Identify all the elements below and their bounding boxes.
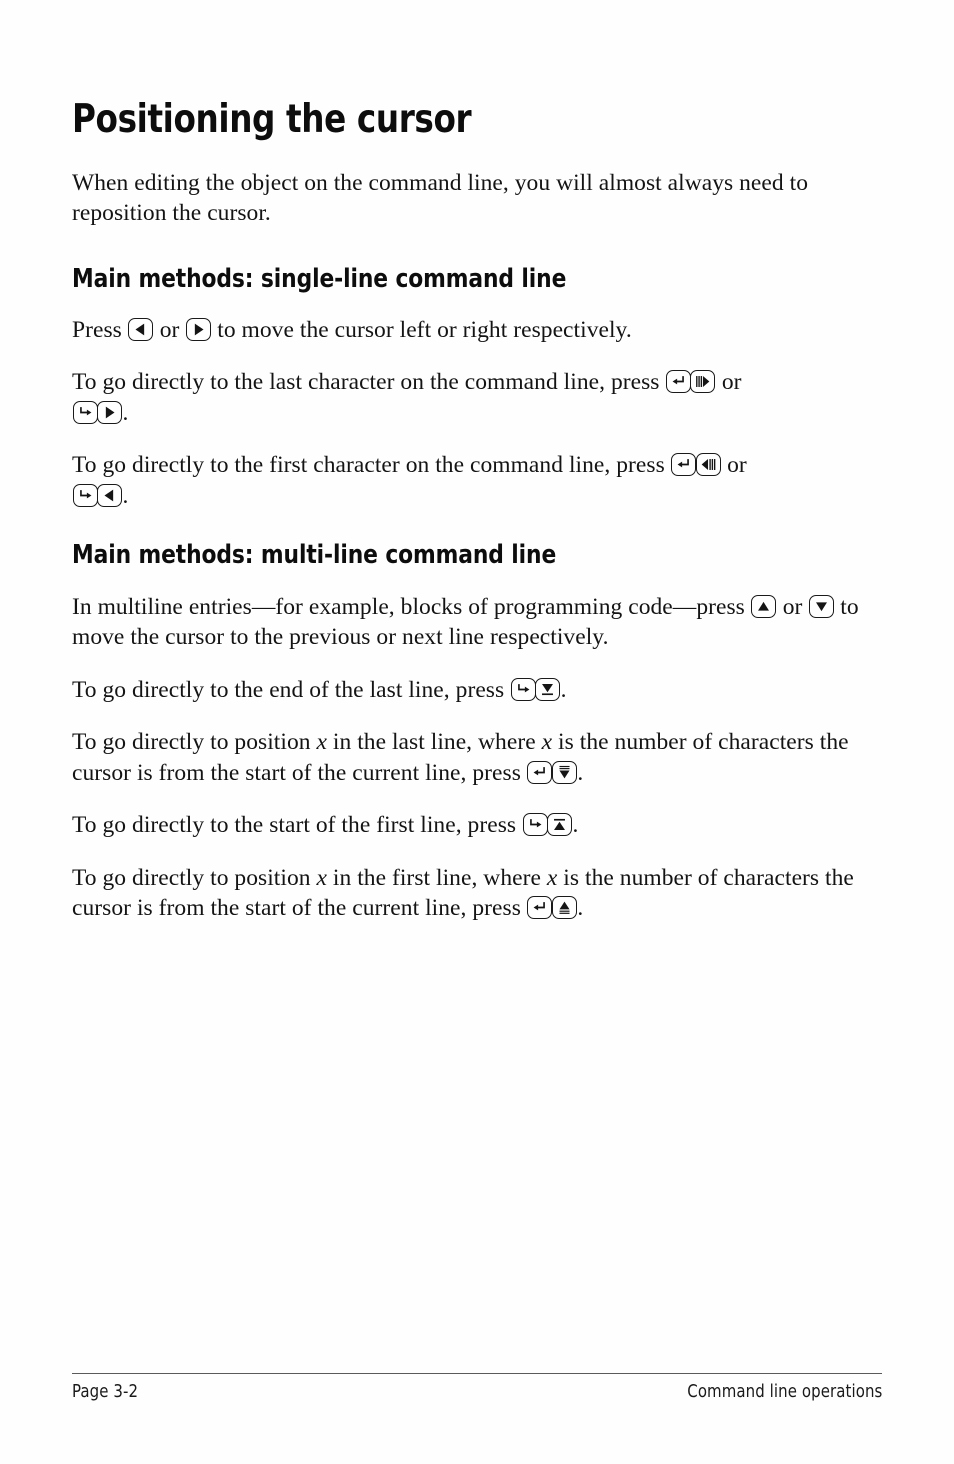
paragraph-start-first-line: To go directly to the start of the first… xyxy=(72,788,862,841)
text-fragment: or xyxy=(715,369,742,396)
footer-divider xyxy=(72,1373,882,1374)
text-fragment: To go directly to the first character on… xyxy=(72,452,671,479)
left-shift-key xyxy=(671,453,697,477)
text-fragment: to move the cursor left or right respect… xyxy=(211,316,632,343)
text-fragment: in the last line, where xyxy=(326,729,542,756)
text-fragment: or xyxy=(721,452,747,479)
paragraph-last-character: To go directly to the last character on … xyxy=(72,345,862,428)
left-shift-key xyxy=(665,370,691,394)
text-fragment: In multiline entries—for example, blocks… xyxy=(72,593,751,620)
text-fragment: Press xyxy=(72,316,128,343)
skip-to-end-right-key xyxy=(690,370,716,394)
paragraph-press-arrows: Press or to move the cursor left or righ… xyxy=(72,293,862,346)
right-shift-key xyxy=(72,483,98,507)
left-arrow-key xyxy=(128,317,154,341)
footer-page-number: Page 3-2 xyxy=(72,1382,139,1402)
paragraph-first-character: To go directly to the first character on… xyxy=(72,428,862,511)
text-fragment: To go directly to position xyxy=(72,864,317,891)
right-shift-key xyxy=(72,400,98,424)
text-fragment: To go directly to position xyxy=(72,729,317,756)
variable-x: x xyxy=(316,729,327,756)
text-fragment: . xyxy=(577,759,584,786)
intro-paragraph: When editing the object on the command l… xyxy=(72,169,808,227)
text-fragment: or xyxy=(776,593,809,620)
right-shift-key xyxy=(510,677,536,701)
text-fragment: in the first line, where xyxy=(326,864,547,891)
text-fragment: . xyxy=(577,895,584,922)
down-to-position-key xyxy=(551,760,577,784)
text-fragment: . xyxy=(572,812,579,839)
text-fragment: To go directly to the end of the last li… xyxy=(72,676,511,703)
paragraph-position-x-last-line: To go directly to position x in the last… xyxy=(72,705,862,788)
up-to-position-key xyxy=(551,896,577,920)
up-arrow-key xyxy=(751,594,777,618)
paragraph-end-last-line: To go directly to the end of the last li… xyxy=(72,653,862,706)
right-arrow-key xyxy=(185,317,211,341)
page-content: Positioning the cursor When editing the … xyxy=(72,0,862,924)
paragraph-multiline-entries: In multiline entries—for example, blocks… xyxy=(72,570,862,653)
document-page: Positioning the cursor When editing the … xyxy=(0,0,954,1464)
footer-row: Page 3-2 Command line operations xyxy=(72,1382,882,1402)
right-shift-key xyxy=(522,813,548,837)
section-heading-multi-line: Main methods: multi-line command line xyxy=(72,540,557,571)
text-fragment: or xyxy=(153,316,186,343)
footer-chapter-title: Command line operations xyxy=(686,1382,882,1402)
page-title: Positioning the cursor xyxy=(72,97,472,142)
down-to-end-key xyxy=(535,677,561,701)
variable-x: x xyxy=(546,864,558,891)
text-fragment: . xyxy=(560,676,567,703)
left-arrow-key xyxy=(97,483,122,507)
text-fragment: To go directly to the last character on … xyxy=(72,369,666,396)
left-shift-key xyxy=(527,760,553,784)
text-fragment: . xyxy=(122,482,129,509)
right-arrow-key xyxy=(97,400,122,424)
variable-x: x xyxy=(316,864,327,891)
section-heading-single-line: Main methods: single-line command line xyxy=(72,263,567,294)
text-fragment: To go directly to the start of the first… xyxy=(72,812,523,839)
left-shift-key xyxy=(527,896,553,920)
page-footer: Page 3-2 Command line operations xyxy=(72,1373,882,1402)
variable-x: x xyxy=(541,729,553,756)
text-fragment: . xyxy=(122,399,129,426)
paragraph-position-x-first-line: To go directly to position x in the firs… xyxy=(72,841,862,924)
skip-to-start-left-key xyxy=(695,453,721,477)
down-arrow-key xyxy=(808,594,834,618)
up-to-start-key xyxy=(547,813,573,837)
